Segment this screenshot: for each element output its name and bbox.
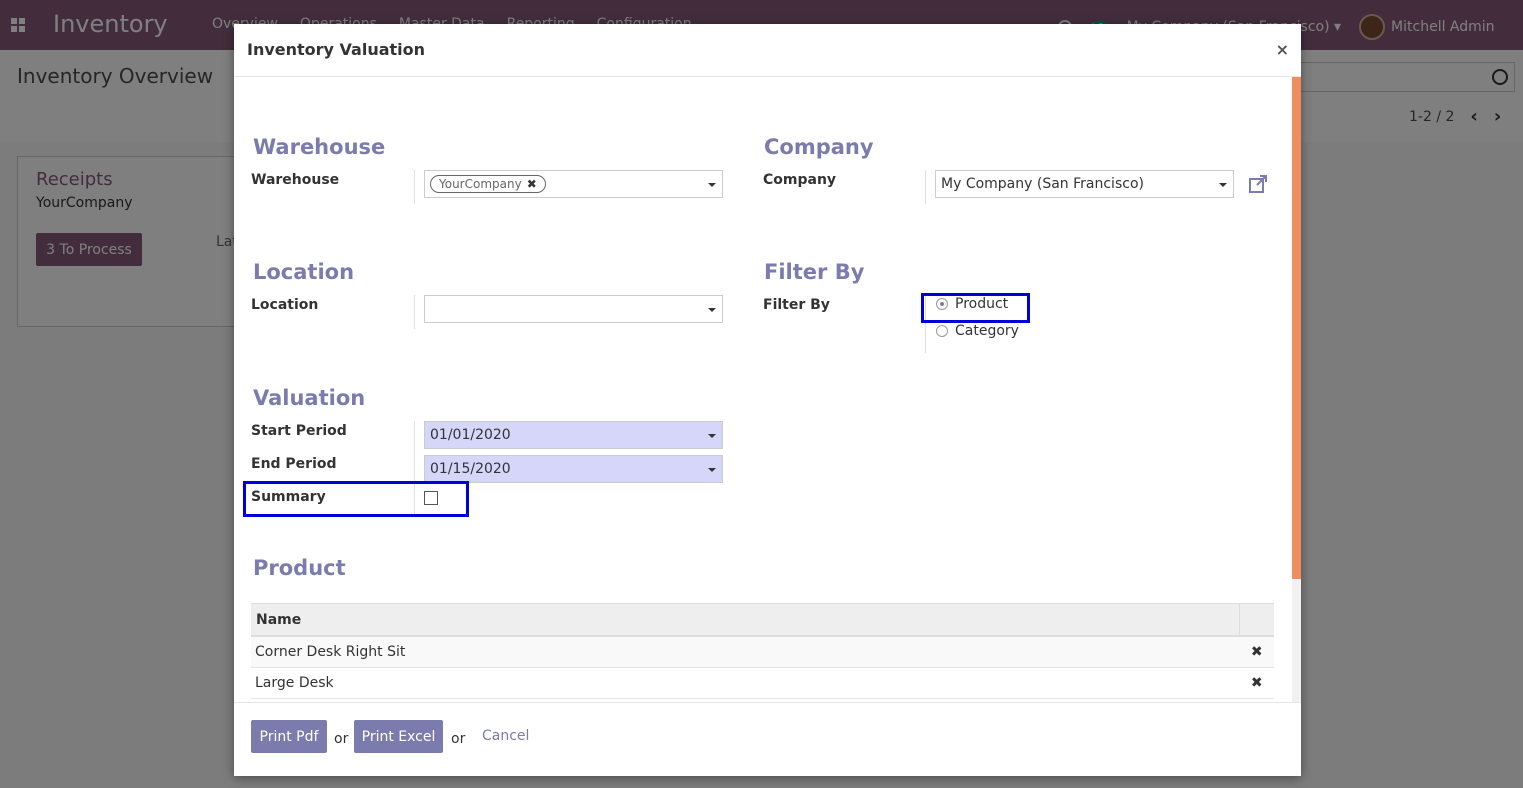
table-header: Name — [251, 603, 1274, 637]
end-period-label: End Period — [251, 456, 337, 472]
product-section-title: Product — [253, 556, 346, 580]
end-period-value: 01/15/2020 — [430, 461, 511, 477]
inventory-valuation-dialog: Inventory Valuation × Warehouse Warehous… — [234, 24, 1301, 776]
print-excel-button[interactable]: Print Excel — [354, 720, 443, 753]
product-name[interactable]: Large Desk — [251, 667, 1240, 699]
radio-category-label: Category — [955, 323, 1019, 339]
modal-footer: Print Pdf or Print Excel or Cancel — [234, 702, 1301, 777]
product-table: Name Corner Desk Right Sit ✖ Large Desk … — [251, 603, 1274, 699]
print-pdf-button[interactable]: Print Pdf — [251, 720, 327, 753]
field-separator — [414, 170, 415, 204]
caret-down-icon[interactable] — [708, 468, 716, 472]
caret-down-icon[interactable] — [708, 308, 716, 312]
warehouse-section-title: Warehouse — [253, 135, 386, 159]
company-label: Company — [763, 172, 837, 188]
location-label: Location — [251, 297, 319, 313]
caret-down-icon[interactable] — [708, 434, 716, 438]
or-text: or — [334, 731, 349, 747]
radio-button[interactable] — [936, 325, 948, 337]
company-select[interactable]: My Company (San Francisco) — [935, 170, 1234, 198]
table-row[interactable]: Large Desk ✖ — [251, 667, 1274, 699]
remove-tag-icon[interactable]: ✖ — [527, 177, 537, 191]
warehouse-label: Warehouse — [251, 172, 340, 188]
field-separator — [925, 170, 926, 204]
location-select[interactable] — [424, 295, 723, 323]
valuation-section-title: Valuation — [253, 386, 366, 410]
table-row[interactable]: Corner Desk Right Sit ✖ — [251, 636, 1274, 668]
filter-by-section-title: Filter By — [764, 260, 865, 284]
caret-down-icon[interactable] — [1219, 183, 1227, 187]
start-period-label: Start Period — [251, 423, 347, 439]
modal-scrollbar[interactable] — [1292, 77, 1301, 703]
modal-header: Inventory Valuation × — [234, 24, 1301, 77]
column-delete — [1239, 603, 1274, 637]
modal-title: Inventory Valuation — [247, 40, 426, 59]
scrollbar-thumb[interactable] — [1292, 77, 1301, 579]
end-period-input[interactable]: 01/15/2020 — [424, 455, 723, 483]
filter-by-label: Filter By — [763, 297, 830, 313]
or-text: or — [451, 731, 466, 747]
company-value: My Company (San Francisco) — [941, 176, 1144, 192]
start-period-input[interactable]: 01/01/2020 — [424, 421, 723, 449]
radio-category[interactable]: Category — [936, 323, 1019, 339]
location-section-title: Location — [253, 260, 355, 284]
field-separator — [414, 295, 415, 329]
highlight-box — [243, 481, 469, 517]
highlight-box — [921, 293, 1030, 323]
close-icon[interactable]: × — [1276, 40, 1289, 59]
company-section-title: Company — [764, 135, 874, 159]
delete-row-icon[interactable]: ✖ — [1239, 636, 1274, 668]
cancel-button[interactable]: Cancel — [482, 728, 529, 744]
caret-down-icon[interactable] — [708, 183, 716, 187]
warehouse-select[interactable]: YourCompany ✖ — [424, 170, 723, 198]
external-link-icon[interactable] — [1248, 174, 1268, 194]
start-period-value: 01/01/2020 — [430, 427, 511, 443]
warehouse-tag-label: YourCompany — [439, 177, 522, 191]
column-name[interactable]: Name — [251, 603, 1240, 637]
warehouse-tag: YourCompany ✖ — [430, 175, 546, 193]
modal-body: Warehouse Warehouse YourCompany ✖ Compan… — [234, 77, 1301, 699]
product-name[interactable]: Corner Desk Right Sit — [251, 636, 1240, 668]
delete-row-icon[interactable]: ✖ — [1239, 667, 1274, 699]
